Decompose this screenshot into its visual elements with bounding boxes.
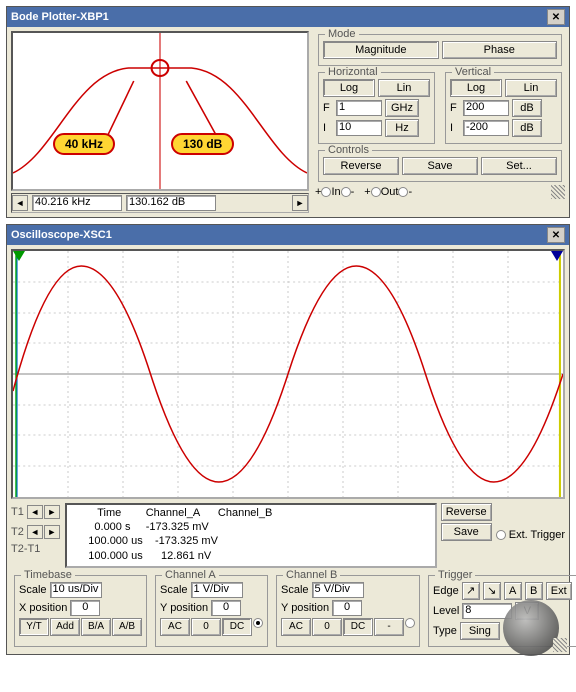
reverse-button[interactable]: Reverse	[323, 157, 399, 175]
chb-on-radio[interactable]	[405, 618, 415, 628]
osc-reverse-button[interactable]: Reverse	[441, 503, 492, 521]
bode-plot-area[interactable]: 40 kHz 130 dB	[11, 31, 309, 191]
close-icon[interactable]: ✕	[547, 9, 565, 25]
cha-on-radio[interactable]	[253, 618, 263, 628]
cha-0-button[interactable]: 0	[191, 618, 221, 636]
add-button[interactable]: Add	[50, 618, 80, 636]
out-plus-radio[interactable]	[371, 187, 381, 197]
cursor-t2-marker[interactable]	[551, 251, 563, 261]
cursor-t1-marker[interactable]	[13, 251, 25, 261]
oscilloscope-display[interactable]	[11, 249, 565, 499]
trig-a-button[interactable]: A	[504, 582, 522, 600]
cha-ac-button[interactable]: AC	[160, 618, 190, 636]
t2-right-icon[interactable]: ►	[44, 525, 60, 539]
trig-ext-button[interactable]: Ext	[546, 582, 572, 600]
h-log-button[interactable]: Log	[323, 79, 375, 97]
xposition-input[interactable]: 0	[70, 600, 100, 616]
v-i-input[interactable]: -200	[463, 120, 509, 136]
edge-rising-icon[interactable]: ↗	[462, 582, 480, 600]
phase-button[interactable]: Phase	[442, 41, 558, 59]
ba-button[interactable]: B/A	[81, 618, 111, 636]
v-i-unit[interactable]: dB	[512, 119, 542, 137]
bode-window: Bode Plotter-XBP1 ✕ 40 kHz 130 dB ◄	[6, 6, 570, 218]
window-title: Bode Plotter-XBP1	[11, 11, 109, 23]
chb-minus-button[interactable]: -	[374, 618, 404, 636]
t1-left-icon[interactable]: ◄	[27, 505, 43, 519]
window-title: Oscilloscope-XSC1	[11, 229, 112, 241]
trig-type-button[interactable]: Sing	[460, 622, 500, 640]
v-f-unit[interactable]: dB	[512, 99, 542, 117]
h-lin-button[interactable]: Lin	[378, 79, 430, 97]
channel-b-group: Channel B Scale5 V/Div Y position0 AC 0 …	[276, 575, 420, 647]
in-plus-radio[interactable]	[321, 187, 331, 197]
trig-b-button[interactable]: B	[525, 582, 543, 600]
edge-falling-icon[interactable]: ↘	[483, 582, 501, 600]
h-f-unit[interactable]: GHz	[385, 99, 419, 117]
chb-dc-button[interactable]: DC	[343, 618, 373, 636]
v-lin-button[interactable]: Lin	[505, 79, 557, 97]
mode-group: Mode Magnitude Phase	[318, 34, 562, 66]
h-i-unit[interactable]: Hz	[385, 119, 419, 137]
horizontal-group: Horizontal Log Lin F1GHz I10Hz	[318, 72, 435, 144]
cha-dc-button[interactable]: DC	[222, 618, 252, 636]
freq-callout: 40 kHz	[53, 133, 115, 155]
watermark-logo	[503, 600, 559, 656]
t1-right-icon[interactable]: ►	[44, 505, 60, 519]
save-button[interactable]: Save	[402, 157, 478, 175]
cursor-readout: Time Channel_A Channel_B 0.000 s -173.32…	[65, 503, 437, 568]
resize-grip-icon[interactable]	[553, 638, 567, 652]
scroll-left-icon[interactable]: ◄	[12, 195, 28, 211]
h-i-input[interactable]: 10	[336, 120, 382, 136]
gain-readout: 130.162 dB	[126, 195, 216, 211]
channel-a-group: Channel A Scale1 V/Div Y position0 AC 0 …	[155, 575, 268, 647]
t2-left-icon[interactable]: ◄	[27, 525, 43, 539]
in-minus-radio[interactable]	[341, 187, 351, 197]
freq-readout: 40.216 kHz	[32, 195, 122, 211]
cha-ypos-input[interactable]: 0	[211, 600, 241, 616]
yt-button[interactable]: Y/T	[19, 618, 49, 636]
close-icon[interactable]: ✕	[547, 227, 565, 243]
cha-scale-input[interactable]: 1 V/Div	[191, 582, 243, 598]
bode-readout-bar: ◄ 40.216 kHz 130.162 dB ►	[11, 193, 309, 213]
gain-callout: 130 dB	[171, 133, 234, 155]
resize-grip-icon[interactable]	[551, 185, 565, 199]
chb-scale-input[interactable]: 5 V/Div	[312, 582, 364, 598]
chb-ac-button[interactable]: AC	[281, 618, 311, 636]
mode-legend: Mode	[325, 28, 359, 40]
timebase-group: Timebase Scale10 us/Div X position0 Y/T …	[14, 575, 147, 647]
osc-titlebar[interactable]: Oscilloscope-XSC1 ✕	[7, 225, 569, 245]
timebase-scale-input[interactable]: 10 us/Div	[50, 582, 102, 598]
magnitude-button[interactable]: Magnitude	[323, 41, 439, 59]
osc-save-button[interactable]: Save	[441, 523, 492, 541]
oscilloscope-window: Oscilloscope-XSC1 ✕ T1 ◄► T2 ◄► T2-T1	[6, 224, 570, 655]
set-button[interactable]: Set...	[481, 157, 557, 175]
bode-titlebar[interactable]: Bode Plotter-XBP1 ✕	[7, 7, 569, 27]
v-log-button[interactable]: Log	[450, 79, 502, 97]
v-f-input[interactable]: 200	[463, 100, 509, 116]
controls-group: Controls Reverse Save Set...	[318, 150, 562, 182]
h-f-input[interactable]: 1	[336, 100, 382, 116]
chb-0-button[interactable]: 0	[312, 618, 342, 636]
ext-trigger-radio[interactable]	[496, 530, 506, 540]
chb-ypos-input[interactable]: 0	[332, 600, 362, 616]
ab-button[interactable]: A/B	[112, 618, 142, 636]
out-minus-radio[interactable]	[398, 187, 408, 197]
scroll-right-icon[interactable]: ►	[292, 195, 308, 211]
vertical-group: Vertical Log Lin F200dB I-200dB	[445, 72, 562, 144]
